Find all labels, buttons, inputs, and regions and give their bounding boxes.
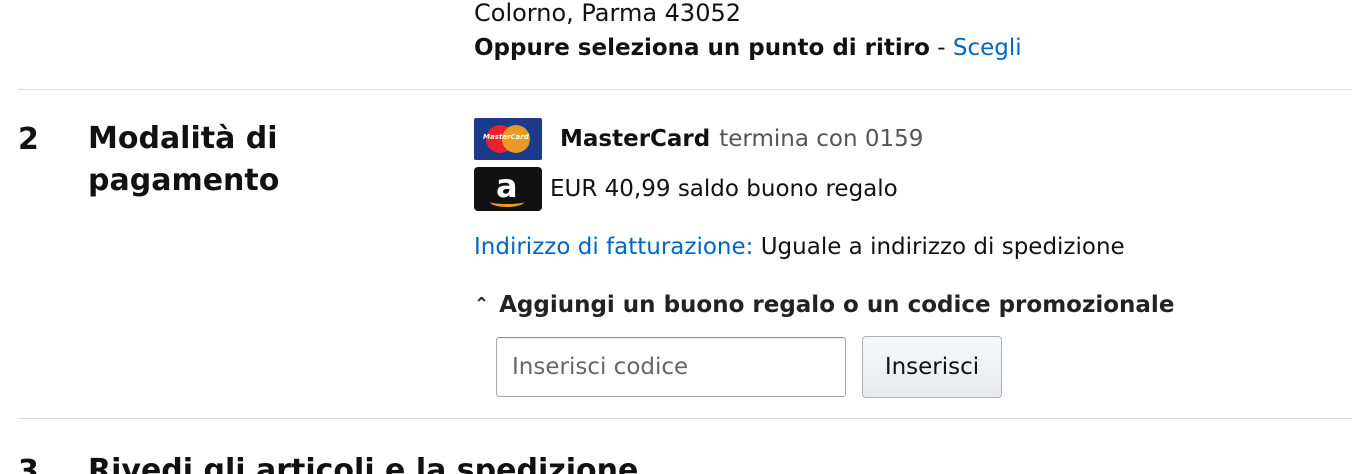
gift-card-balance-row: a EUR 40,99 saldo buono regalo xyxy=(474,167,898,211)
section-divider xyxy=(18,418,1352,419)
pickup-separator: - xyxy=(929,35,953,61)
payment-section-title: Modalità di pagamento xyxy=(88,121,280,198)
choose-pickup-link[interactable]: Scegli xyxy=(953,35,1022,61)
payment-card-row: MasterCard MasterCard termina con 0159 xyxy=(474,117,923,161)
pickup-point-row: Oppure seleziona un punto di ritiro - Sc… xyxy=(474,33,1022,63)
promo-toggle-label: Aggiungi un buono regalo o un codice pro… xyxy=(499,292,1175,318)
section-divider xyxy=(18,89,1352,90)
promo-code-input[interactable] xyxy=(496,337,846,397)
apply-code-button[interactable]: Inserisci xyxy=(862,336,1002,398)
shipping-address-line: Colorno, Parma 43052 xyxy=(474,0,741,27)
promo-code-toggle[interactable]: ⌃ Aggiungi un buono regalo o un codice p… xyxy=(474,289,1174,321)
billing-address-link[interactable]: Indirizzo di fatturazione: xyxy=(474,234,753,260)
pickup-prompt: Oppure seleziona un punto di ritiro xyxy=(474,35,930,61)
chevron-up-icon: ⌃ xyxy=(474,294,490,315)
review-section-title: Rivedi gli articoli e la spedizione xyxy=(88,453,639,474)
amazon-icon: a xyxy=(474,167,542,211)
card-ending: termina con 0159 xyxy=(719,126,924,152)
step-number: 2 xyxy=(18,122,39,157)
billing-address-row: Indirizzo di fatturazione: Uguale a indi… xyxy=(474,231,1125,263)
mastercard-icon: MasterCard xyxy=(474,118,542,160)
step-number: 3 xyxy=(18,454,39,474)
checkout-page: Colorno, Parma 43052 Oppure seleziona un… xyxy=(0,0,1352,474)
card-brand: MasterCard xyxy=(560,126,711,152)
billing-address-value: Uguale a indirizzo di spedizione xyxy=(753,234,1125,260)
gift-card-balance: EUR 40,99 saldo buono regalo xyxy=(550,176,898,202)
